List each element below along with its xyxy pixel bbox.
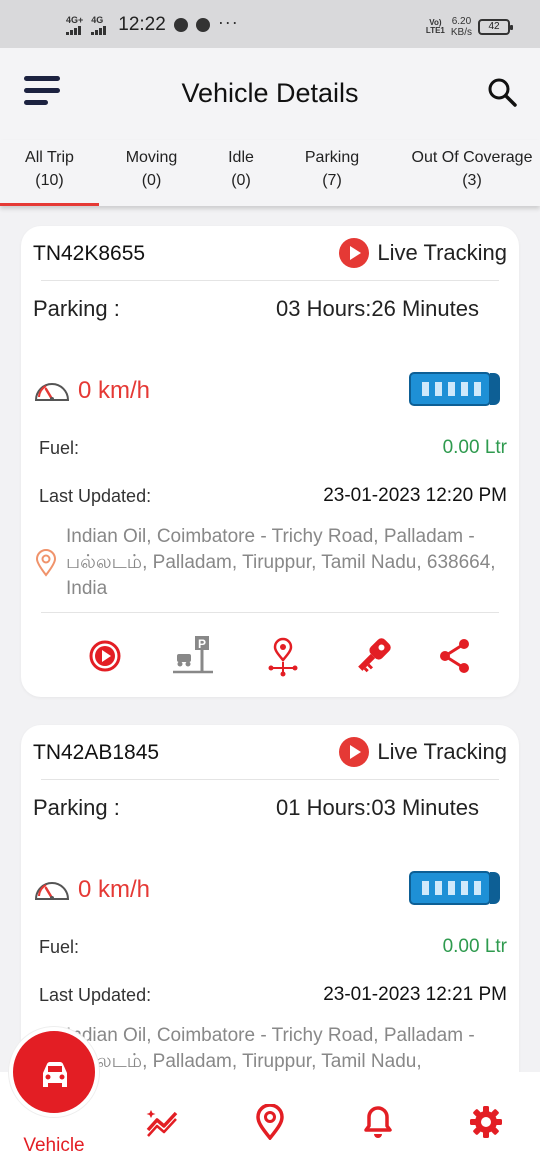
location-icon[interactable] [252,1104,288,1140]
compass-icon [195,18,210,32]
battery-icon: 42 [478,19,513,35]
bell-icon[interactable] [360,1104,396,1140]
speed-value: 0 km/h [78,377,151,404]
volte-icon: Vo) LTE1 [425,18,445,35]
last-updated-label: Last Updated: [39,486,152,506]
signal-sim2: 4G [91,15,107,35]
status-duration: 03 Hours:26 Minutes [276,296,479,321]
search-icon[interactable] [486,76,518,108]
tab-idle[interactable]: Idle (0) [205,146,277,192]
vehicle-number: TN42AB1845 [33,741,160,764]
signal-sim1: 4G+ [66,15,83,35]
vehicle-nav-button[interactable] [9,1027,99,1117]
speedometer-icon [34,383,70,401]
vehicle-address: Indian Oil, Coimbatore - Trichy Road, Pa… [66,526,496,599]
fuel-value: 0.00 Ltr [442,437,507,458]
svg-text:P: P [198,637,206,651]
live-tracking-button[interactable]: Live Tracking [339,737,507,767]
bus-icon [409,871,500,905]
fuel-label: Fuel: [39,937,80,957]
status-label: Parking : [33,795,120,820]
divider [41,280,499,281]
fuel-value: 0.00 Ltr [442,936,507,957]
tab-parking[interactable]: Parking (7) [290,146,374,192]
car-icon [43,1062,67,1087]
app-header: Vehicle Details [0,48,540,140]
chart-icon[interactable] [144,1104,180,1140]
speed-value: 0 km/h [78,876,151,903]
key-icon[interactable] [351,634,395,678]
vehicle-number: TN42K8655 [33,242,146,265]
tab-moving[interactable]: Moving (0) [104,146,199,192]
more-notifications-icon: ··· [217,11,239,32]
divider [41,779,499,780]
last-updated-value: 23-01-2023 12:21 PM [323,984,507,1005]
nav-label-vehicle: Vehicle [23,1135,85,1156]
tab-all-trip[interactable]: All Trip (10) [0,146,99,192]
location-pin-icon [35,549,57,577]
vehicle-address: Indian Oil, Coimbatore - Trichy Road, Pa… [66,1025,475,1072]
play-icon [339,238,370,268]
fuel-label: Fuel: [39,438,80,458]
vehicle-card[interactable]: TN42K8655 Live Tracking Parking : 03 Hou… [21,226,519,697]
page-title: Vehicle Details [181,78,359,108]
route-pin-icon[interactable] [261,634,305,678]
divider [41,612,499,613]
gear-icon[interactable] [468,1104,504,1140]
status-duration: 01 Hours:03 Minutes [276,795,479,820]
tab-out-of-coverage[interactable]: Out Of Coverage (3) [404,146,540,192]
last-updated-label: Last Updated: [39,985,152,1005]
share-icon[interactable] [433,634,477,678]
active-tab-indicator [0,203,99,206]
telegram-icon [173,18,188,32]
card-actions: P [41,634,499,678]
clock: 12:22 [118,14,166,35]
parking-icon[interactable]: P [171,634,215,678]
bus-icon [409,372,500,406]
playback-icon[interactable] [83,634,127,678]
status-bar: 4G+ 4G 12:22 ··· Vo) LTE1 6.20 KB/s 42 [0,0,540,48]
filter-tabs: All Trip (10) Moving (0) Idle (0) Parking (7… [0,140,540,206]
network-speed: 6.20 KB/s [450,16,472,38]
speedometer-icon [34,882,70,900]
play-icon [339,737,370,767]
status-label: Parking : [33,296,120,321]
live-tracking-button[interactable]: Live Tracking [339,238,507,268]
last-updated-value: 23-01-2023 12:20 PM [323,485,507,506]
